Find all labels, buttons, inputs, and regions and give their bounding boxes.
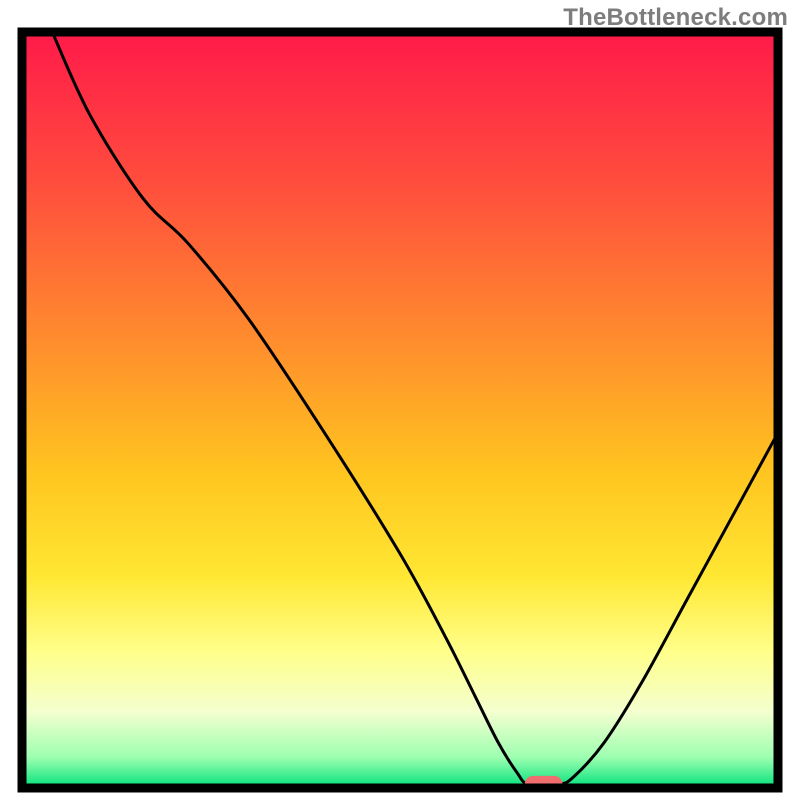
plot-area <box>22 32 778 793</box>
chart-container: TheBottleneck.com <box>0 0 800 800</box>
bottleneck-chart <box>0 0 800 800</box>
watermark-text: TheBottleneck.com <box>563 4 788 32</box>
gradient-background <box>22 32 778 788</box>
